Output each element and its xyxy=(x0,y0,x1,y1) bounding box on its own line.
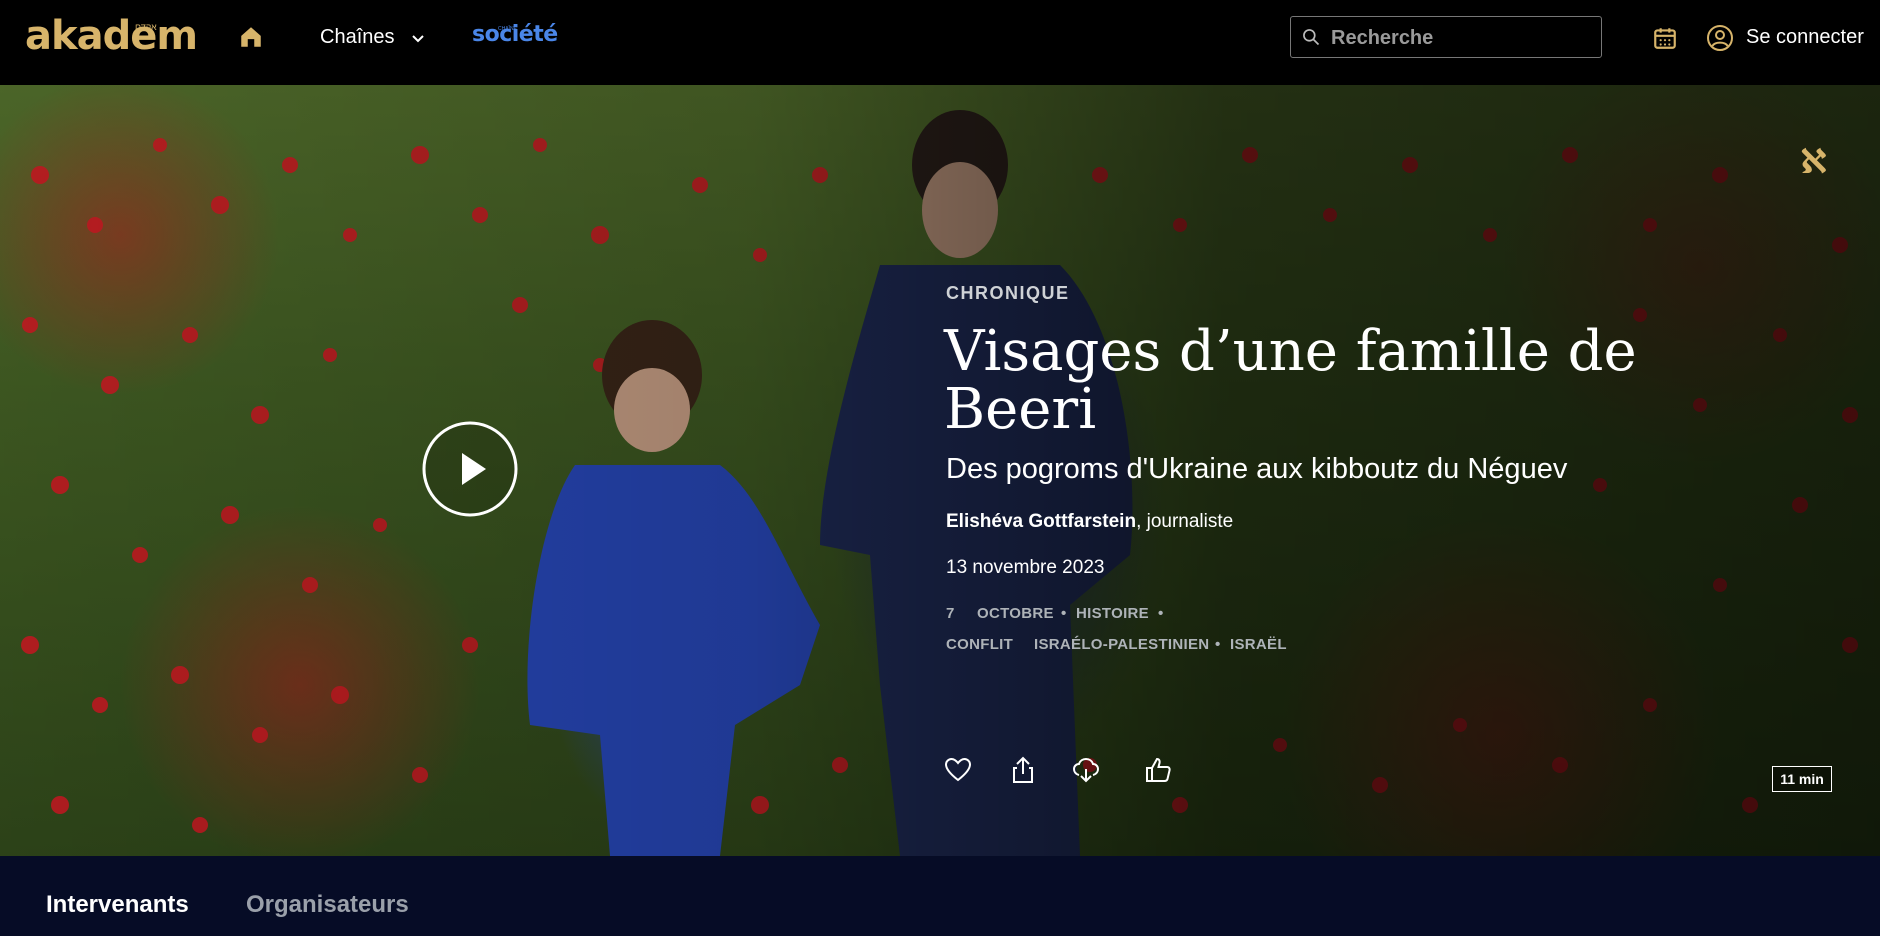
content-tabs: Intervenants Organisateurs xyxy=(0,856,1880,936)
publication-date: 13 novembre 2023 xyxy=(946,557,1105,578)
search-input[interactable] xyxy=(1329,17,1593,59)
download-icon[interactable] xyxy=(1071,755,1101,785)
hero-dark-overlay xyxy=(0,85,1880,856)
video-title: Visages d’une famille de Beeri xyxy=(944,319,1637,442)
akadem-aleph-logo: ℵ xyxy=(1800,142,1827,182)
user-account-icon[interactable] xyxy=(1706,24,1734,52)
video-subtitle: Des pogroms d'Ukraine aux kibboutz du Né… xyxy=(946,453,1568,485)
hero-banner: ℵ CHRONIQUE Visages d’une famille de Bee… xyxy=(0,85,1880,856)
tag-link[interactable]: OCTOBRE xyxy=(977,605,1054,622)
duration-badge: 11 min xyxy=(1772,766,1832,792)
tab-organisateurs[interactable]: Organisateurs xyxy=(246,891,409,919)
tag-link[interactable]: ISRAÉLO-PALESTINIEN xyxy=(1034,636,1209,653)
heart-icon[interactable] xyxy=(943,755,973,785)
tag-link[interactable]: HISTOIRE xyxy=(1076,605,1149,622)
tag-separator: • xyxy=(1158,605,1164,622)
nav-channels-menu[interactable]: Chaînes xyxy=(320,26,395,49)
thumbs-up-icon[interactable] xyxy=(1143,755,1173,785)
play-button[interactable] xyxy=(422,421,518,517)
logo-hebrew-text: אקדם xyxy=(135,22,157,32)
top-navbar: akadem אקדם Chaînes CHAÎNE société Se co… xyxy=(0,0,1880,85)
tag-separator: • xyxy=(1215,636,1221,653)
tag-separator: • xyxy=(1061,605,1067,622)
home-icon[interactable] xyxy=(238,24,264,50)
speaker-role: , journaliste xyxy=(1136,511,1234,532)
chevron-down-icon[interactable] xyxy=(410,30,426,46)
tag-link[interactable]: ISRAËL xyxy=(1230,636,1287,653)
share-icon[interactable] xyxy=(1008,755,1038,785)
login-link[interactable]: Se connecter xyxy=(1746,26,1864,49)
nav-societe-link[interactable]: société xyxy=(472,22,558,47)
category-label: CHRONIQUE xyxy=(946,283,1070,303)
search-box[interactable] xyxy=(1290,16,1602,59)
tag-link[interactable]: 7 xyxy=(946,605,955,622)
speaker-line: Elishéva Gottfarstein, journaliste xyxy=(946,511,1233,533)
search-icon xyxy=(1303,29,1320,46)
logo-text: akadem xyxy=(25,13,198,59)
tab-intervenants[interactable]: Intervenants xyxy=(46,891,189,919)
tag-link[interactable]: CONFLIT xyxy=(946,636,1013,653)
speaker-name[interactable]: Elishéva Gottfarstein xyxy=(946,511,1136,532)
akadem-logo[interactable]: akadem xyxy=(25,13,198,59)
calendar-icon[interactable] xyxy=(1652,25,1678,51)
